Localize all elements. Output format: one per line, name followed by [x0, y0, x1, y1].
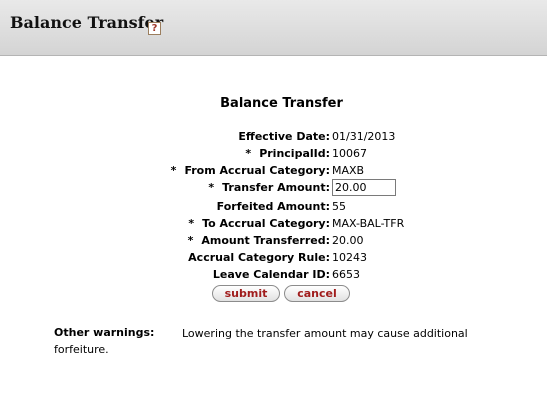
- help-icon[interactable]: ?: [148, 22, 161, 35]
- required-marker: *: [170, 164, 177, 177]
- to-accrual-category-label-text: To Accrual Category:: [202, 217, 330, 230]
- accrual-category-rule-label: Accrual Category Rule:: [188, 251, 330, 264]
- forfeited-amount-value: 55: [332, 200, 346, 213]
- page-title: Balance Transfer: [10, 13, 164, 32]
- transfer-amount-input[interactable]: [332, 179, 396, 196]
- form-title: Balance Transfer: [220, 96, 343, 111]
- to-accrual-category-label: * To Accrual Category:: [188, 215, 330, 232]
- to-accrual-category-value: MAX-BAL-TFR: [332, 217, 405, 230]
- amount-transferred-label-text: Amount Transferred:: [201, 234, 330, 247]
- accrual-category-rule-value: 10243: [332, 251, 367, 264]
- principal-id-label: * PrincipalId:: [245, 145, 330, 162]
- required-marker: *: [245, 147, 252, 160]
- required-marker: *: [208, 181, 215, 194]
- from-accrual-category-label-text: From Accrual Category:: [184, 164, 330, 177]
- principal-id-value: 10067: [332, 147, 367, 160]
- forfeited-amount-label: Forfeited Amount:: [216, 200, 330, 213]
- transfer-amount-label-text: Transfer Amount:: [222, 181, 330, 194]
- amount-transferred-row: * Amount Transferred: 20.00: [0, 232, 547, 249]
- page-header: Balance Transfer ?: [0, 0, 547, 56]
- accrual-category-rule-row: Accrual Category Rule: 10243: [0, 249, 547, 266]
- from-accrual-category-value: MAXB: [332, 164, 365, 177]
- submit-button[interactable]: submit: [212, 285, 280, 302]
- forfeited-amount-row: Forfeited Amount: 55: [0, 198, 547, 215]
- effective-date-row: Effective Date: 01/31/2013: [0, 128, 547, 145]
- leave-calendar-id-value: 6653: [332, 268, 360, 281]
- transfer-amount-row: * Transfer Amount:: [0, 179, 547, 196]
- principal-id-row: * PrincipalId: 10067: [0, 145, 547, 162]
- leave-calendar-id-row: Leave Calendar ID: 6653: [0, 266, 547, 283]
- amount-transferred-value: 20.00: [332, 234, 364, 247]
- warning-label: Other warnings:: [54, 326, 155, 339]
- transfer-amount-label: * Transfer Amount:: [208, 179, 330, 196]
- from-accrual-category-row: * From Accrual Category: MAXB: [0, 162, 547, 179]
- required-marker: *: [187, 234, 194, 247]
- from-accrual-category-label: * From Accrual Category:: [171, 162, 330, 179]
- effective-date-value: 01/31/2013: [332, 130, 396, 143]
- principal-id-label-text: PrincipalId:: [259, 147, 330, 160]
- amount-transferred-label: * Amount Transferred:: [188, 232, 330, 249]
- leave-calendar-id-label: Leave Calendar ID:: [212, 268, 330, 281]
- required-marker: *: [188, 217, 195, 230]
- cancel-button[interactable]: cancel: [284, 285, 350, 302]
- to-accrual-category-row: * To Accrual Category: MAX-BAL-TFR: [0, 215, 547, 232]
- effective-date-label: Effective Date:: [238, 130, 330, 143]
